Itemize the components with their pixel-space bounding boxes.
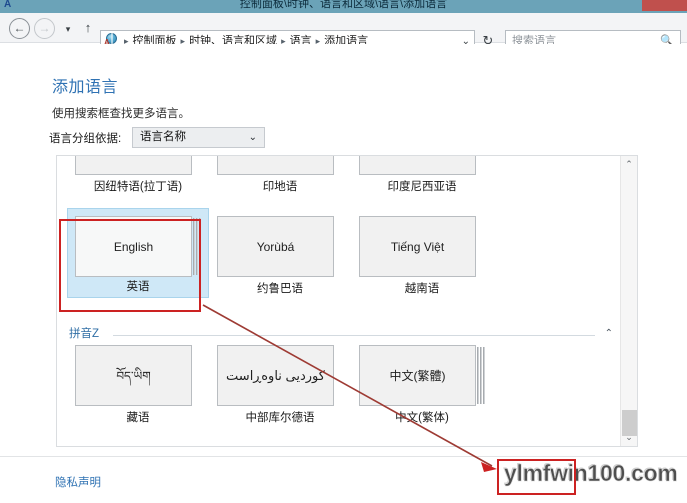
stacked-page-edge-icon: [193, 218, 195, 275]
language-tile-box: كوردیی ناوەڕاست: [217, 345, 334, 406]
language-caption: 印地语: [262, 181, 298, 193]
forward-button[interactable]: →: [34, 18, 55, 39]
group-by-label: 语言分组依据:: [49, 133, 122, 145]
navigation-bar: ← → ▾ ↑ A ▸ 控制面板 ▸ 时钟、语言和区域 ▸ 语言 ▸ 添加语言 …: [0, 13, 687, 52]
language-tile-box: Yorùbá: [217, 216, 334, 277]
language-tile-hindi[interactable]: हिन्दी 印地语: [209, 156, 351, 212]
language-row: བོད་ཡིག 藏语 كوردیی ناوەڕاست 中部库尔德语 中文(繁體): [57, 341, 621, 443]
language-tile-central-kurdish[interactable]: كوردیی ناوەڕاست 中部库尔德语: [209, 341, 351, 443]
language-list-panel: Inuktitut 因纽特语(拉丁语) हिन्दी 印地语 Bahasa In…: [56, 155, 638, 447]
language-tile-box: हिन्दी: [217, 156, 334, 175]
language-row: Inuktitut 因纽特语(拉丁语) हिन्दी 印地语 Bahasa In…: [57, 156, 621, 212]
group-by-select[interactable]: 语言名称 ⌄: [132, 127, 265, 148]
language-caption: 约鲁巴语: [257, 283, 303, 295]
stacked-page-edge-icon: [477, 347, 479, 404]
language-row: English 英语 Yorùbá 约鲁巴语 Tiếng Việt 越南语: [57, 208, 621, 314]
language-tile-chinese-traditional[interactable]: 中文(繁體) 中文(繁体): [351, 341, 493, 443]
stacked-page-edge-icon: [196, 218, 198, 275]
up-one-level-button[interactable]: ↑: [80, 20, 96, 36]
language-caption: 中部库尔德语: [245, 412, 315, 424]
window-title-bar: A 控制面板\时钟、语言和区域\语言\添加语言: [0, 0, 687, 13]
language-caption: 因纽特语(拉丁语): [93, 181, 183, 193]
language-tile-tibetan[interactable]: བོད་ཡིག 藏语: [67, 341, 209, 443]
recent-locations-icon[interactable]: ▾: [61, 23, 75, 35]
language-tile-box: Tiếng Việt: [359, 216, 476, 277]
content-area: 添加语言 使用搜索框查找更多语言。 语言分组依据: 语言名称 ⌄ Inuktit…: [0, 44, 687, 503]
language-tile-box: Bahasa Indonesia: [359, 156, 476, 175]
stacked-page-edge-icon: [480, 347, 482, 404]
stacked-page-edge-icon: [199, 218, 201, 275]
language-tile-yoruba[interactable]: Yorùbá 约鲁巴语: [209, 212, 351, 314]
language-tile-box: Inuktitut: [75, 156, 192, 175]
language-native-name: 中文(繁體): [389, 368, 446, 383]
language-caption: 印度尼西亚语: [387, 181, 457, 193]
scroll-down-button[interactable]: ⌄: [621, 429, 637, 446]
language-native-name: Tiếng Việt: [390, 239, 445, 254]
language-tile-box: 中文(繁體): [359, 345, 476, 406]
language-tile-box: English: [75, 216, 192, 277]
chevron-down-icon: ⌄: [248, 132, 257, 143]
language-caption: 中文(繁体): [395, 412, 449, 424]
back-button[interactable]: ←: [9, 18, 30, 39]
vertical-scrollbar[interactable]: ⌃ ⌄: [620, 156, 637, 446]
privacy-statement-link[interactable]: 隐私声明: [55, 474, 101, 490]
site-watermark: ylmfwin100.com: [504, 460, 678, 487]
language-native-name: كوردیی ناوەڕاست: [226, 367, 325, 383]
language-list-scroll-area: Inuktitut 因纽特语(拉丁语) हिन्दी 印地语 Bahasa In…: [57, 156, 621, 446]
scroll-up-button[interactable]: ⌃: [621, 156, 637, 173]
section-divider: [113, 335, 595, 336]
language-tile-box: བོད་ཡིག: [75, 345, 192, 406]
page-title: 添加语言: [52, 79, 119, 96]
language-native-name: Yorùbá: [256, 239, 295, 254]
window-title: 控制面板\时钟、语言和区域\语言\添加语言: [239, 0, 448, 10]
group-by-value: 语言名称: [140, 131, 186, 143]
language-caption: 越南语: [404, 283, 440, 295]
language-tile-inuktitut[interactable]: Inuktitut 因纽特语(拉丁语): [67, 156, 209, 212]
language-native-name: English: [113, 239, 154, 254]
language-tile-english[interactable]: English 英语: [67, 208, 209, 314]
language-native-name: བོད་ཡིག: [116, 368, 151, 383]
add-language-window: A 控制面板\时钟、语言和区域\语言\添加语言 ← → ▾ ↑ A ▸ 控制面板…: [0, 0, 687, 503]
page-subtitle: 使用搜索框查找更多语言。: [52, 108, 190, 120]
language-caption: 英语: [126, 281, 150, 293]
language-tile-vietnamese[interactable]: Tiếng Việt 越南语: [351, 212, 493, 314]
language-tile-indonesian[interactable]: Bahasa Indonesia 印度尼西亚语: [351, 156, 493, 212]
stacked-page-edge-icon: [483, 347, 485, 404]
window-close-button[interactable]: [642, 0, 687, 11]
language-caption: 藏语: [126, 412, 150, 424]
footer-divider: [0, 456, 687, 457]
